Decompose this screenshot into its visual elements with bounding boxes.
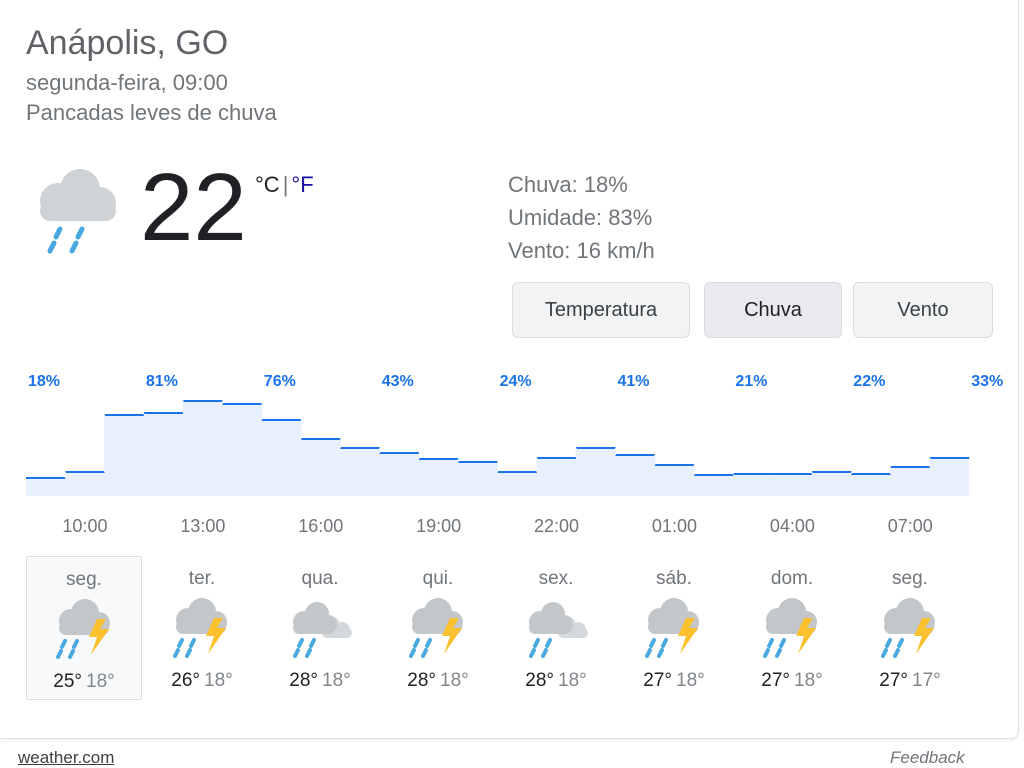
day-name: qui.	[422, 568, 454, 589]
low-temp: 18°	[794, 670, 823, 691]
chart-value-label: 21%	[735, 373, 767, 390]
day-name: seg.	[66, 569, 102, 590]
high-temp: 28°	[525, 670, 554, 691]
day-temps: 27° 18°	[734, 670, 850, 692]
day-temps: 26° 18°	[144, 670, 260, 692]
daily-forecast: seg. 25° 18° ter. 26° 18° qua. 28° 18° qui.…	[26, 556, 1006, 702]
weather-card: Anápolis, GO segunda-feira, 09:00 Pancad…	[0, 0, 1019, 739]
unit-separator: |	[282, 172, 289, 197]
forecast-day-5[interactable]: sáb. 27° 18°	[616, 556, 732, 700]
location-title: Anápolis, GO	[26, 24, 229, 62]
chart-value-label: 22%	[853, 373, 885, 390]
forecast-day-1[interactable]: ter. 26° 18°	[144, 556, 260, 700]
high-temp: 26°	[171, 670, 200, 691]
day-name: seg.	[892, 568, 928, 589]
forecast-day-2[interactable]: qua. 28° 18°	[262, 556, 378, 700]
high-temp: 27°	[879, 670, 908, 691]
low-temp: 18°	[558, 670, 587, 691]
humidity: Umidade: 83%	[508, 205, 653, 230]
chart-value-label: 81%	[146, 373, 178, 390]
day-name: ter.	[188, 568, 216, 589]
current-temperature: 22	[140, 154, 247, 261]
day-name: dom.	[770, 568, 814, 589]
day-name: qua.	[301, 568, 339, 589]
chart-tick-label: 13:00	[180, 516, 225, 536]
chart-value-label: 24%	[500, 373, 532, 390]
low-temp: 18°	[204, 670, 233, 691]
chart-tick-label: 04:00	[770, 516, 815, 536]
day-temps: 28° 18°	[498, 670, 614, 692]
day-temps: 25° 18°	[27, 671, 141, 693]
low-temp: 18°	[322, 670, 351, 691]
thunderstorm-icon	[640, 596, 710, 660]
date-time: segunda-feira, 09:00	[26, 70, 228, 95]
forecast-day-6[interactable]: dom. 27° 18°	[734, 556, 850, 700]
forecast-day-4[interactable]: sex. 28° 18°	[498, 556, 614, 700]
day-name: sex.	[538, 568, 574, 589]
thunderstorm-icon	[51, 597, 121, 661]
unit-celsius[interactable]: °C	[255, 172, 280, 197]
tab-chuva[interactable]: Chuva	[704, 282, 842, 338]
tab-vento[interactable]: Vento	[853, 282, 993, 338]
day-name: sáb.	[656, 568, 692, 589]
thunderstorm-icon	[168, 596, 238, 660]
feedback-link[interactable]: Feedback	[890, 748, 965, 768]
chart-value-label: 33%	[971, 373, 1003, 390]
low-temp: 18°	[440, 670, 469, 691]
chart-area	[26, 401, 970, 496]
wind-speed: Vento: 16 km/h	[508, 238, 655, 263]
rain-probability: Chuva: 18%	[508, 172, 628, 197]
chart-tick-label: 16:00	[298, 516, 343, 536]
chart-tick-label: 22:00	[534, 516, 579, 536]
low-temp: 17°	[912, 670, 941, 691]
rain-cloudy-icon	[286, 596, 356, 660]
high-temp: 27°	[761, 670, 790, 691]
day-temps: 28° 18°	[380, 670, 496, 692]
chart-tick-label: 10:00	[62, 516, 107, 536]
rain-cloud-icon	[40, 169, 116, 254]
rain-cloudy-icon	[522, 596, 592, 660]
day-temps: 27° 18°	[616, 670, 732, 692]
chart-tick-label: 07:00	[888, 516, 933, 536]
high-temp: 25°	[53, 671, 82, 692]
chart-value-label: 76%	[264, 373, 296, 390]
high-temp: 27°	[643, 670, 672, 691]
thunderstorm-icon	[876, 596, 946, 660]
forecast-day-0[interactable]: seg. 25° 18°	[26, 556, 142, 700]
unit-fahrenheit[interactable]: °F	[291, 172, 313, 197]
low-temp: 18°	[86, 671, 115, 692]
tab-temperatura[interactable]: Temperatura	[512, 282, 690, 338]
chart-value-label: 41%	[618, 373, 650, 390]
chart-tick-label: 01:00	[652, 516, 697, 536]
day-temps: 27° 17°	[852, 670, 968, 692]
weather-condition: Pancadas leves de chuva	[26, 100, 277, 125]
thunderstorm-icon	[404, 596, 474, 660]
high-temp: 28°	[289, 670, 318, 691]
low-temp: 18°	[676, 670, 705, 691]
rain-chart: 18% 81% 76% 43% 24% 41% 21% 22% 33% 10:00 13:00 16:…	[26, 373, 1003, 536]
chart-value-label: 18%	[28, 373, 60, 390]
chart-value-label: 43%	[382, 373, 414, 390]
forecast-day-7[interactable]: seg. 27° 17°	[852, 556, 968, 700]
unit-switch: °C | °F	[255, 172, 314, 198]
chart-tick-label: 19:00	[416, 516, 461, 536]
day-temps: 28° 18°	[262, 670, 378, 692]
weather-source-link[interactable]: weather.com	[18, 748, 114, 768]
weather-details: Chuva: 18% Umidade: 83% Vento: 16 km/h	[508, 168, 655, 267]
forecast-day-3[interactable]: qui. 28° 18°	[380, 556, 496, 700]
thunderstorm-icon	[758, 596, 828, 660]
high-temp: 28°	[407, 670, 436, 691]
